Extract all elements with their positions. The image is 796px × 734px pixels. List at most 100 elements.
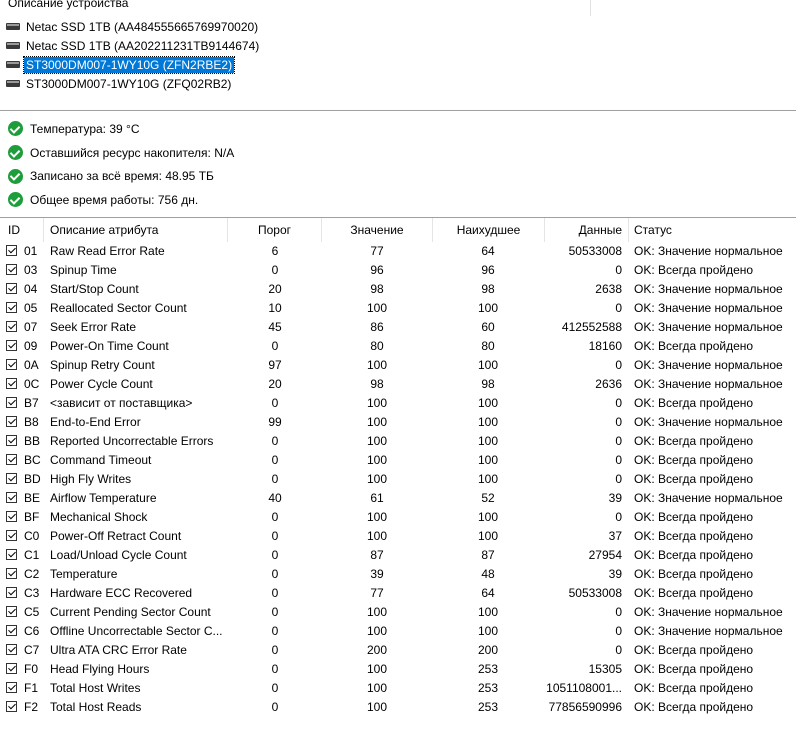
row-checkbox[interactable] xyxy=(6,264,17,275)
row-checkbox[interactable] xyxy=(6,568,17,579)
row-checkbox[interactable] xyxy=(6,454,17,465)
row-checkbox[interactable] xyxy=(6,302,17,313)
status-text: Записано за всё время: 48.95 ТБ xyxy=(30,169,214,184)
attribute-status: OK: Всегда пройдено xyxy=(634,510,754,524)
row-checkbox[interactable] xyxy=(6,663,17,674)
row-checkbox[interactable] xyxy=(6,511,17,522)
table-row[interactable]: C7 Ultra ATA CRC Error Rate 0 200 200 0 OK: Вс… xyxy=(0,641,796,660)
table-row[interactable]: B7 <зависит от поставщика> 0 100 100 0 OK: Все… xyxy=(0,394,796,413)
row-checkbox[interactable] xyxy=(6,397,17,408)
attribute-value: 100 xyxy=(366,510,388,524)
row-checkbox[interactable] xyxy=(6,283,17,294)
attribute-raw-data: 77856590996 xyxy=(548,700,622,714)
column-header-value[interactable]: Значение xyxy=(322,218,433,242)
row-checkbox[interactable] xyxy=(6,701,17,712)
attribute-value: 100 xyxy=(366,396,388,410)
column-header-value-label: Значение xyxy=(350,223,404,237)
table-row[interactable]: 07 Seek Error Rate 45 86 60 412552588 OK: Знач… xyxy=(0,318,796,337)
attribute-worst: 87 xyxy=(481,548,495,562)
table-row[interactable]: 04 Start/Stop Count 20 98 98 2638 OK: Значение… xyxy=(0,280,796,299)
attribute-raw-data: 0 xyxy=(615,358,622,372)
table-row[interactable]: F1 Total Host Writes 0 100 253 1051108001... O… xyxy=(0,679,796,698)
table-row[interactable]: BE Airflow Temperature 40 61 52 39 OK: Значени… xyxy=(0,489,796,508)
column-header-worst[interactable]: Наихудшее xyxy=(433,218,545,242)
column-header-id[interactable]: ID xyxy=(0,218,44,242)
row-checkbox[interactable] xyxy=(6,359,17,370)
attribute-raw-data: 0 xyxy=(615,301,622,315)
column-header-threshold[interactable]: Порог xyxy=(228,218,322,242)
device-list-item[interactable]: ST3000DM007-1WY10G (ZFN2RBE2) xyxy=(6,55,261,74)
table-row[interactable]: 05 Reallocated Sector Count 10 100 100 0 OK: З… xyxy=(0,299,796,318)
attribute-raw-data: 0 xyxy=(615,472,622,486)
table-row[interactable]: B8 End-to-End Error 99 100 100 0 OK: Значение … xyxy=(0,413,796,432)
row-checkbox[interactable] xyxy=(6,321,17,332)
device-list-header[interactable]: Описание устройства xyxy=(0,0,591,16)
attribute-worst: 98 xyxy=(481,282,495,296)
table-row[interactable]: C5 Current Pending Sector Count 0 100 100 0 OK… xyxy=(0,603,796,622)
attribute-value: 100 xyxy=(366,434,388,448)
row-checkbox[interactable] xyxy=(6,416,17,427)
table-row[interactable]: C1 Load/Unload Cycle Count 0 87 87 27954 OK: В… xyxy=(0,546,796,565)
row-checkbox[interactable] xyxy=(6,435,17,446)
attribute-id: BE xyxy=(24,491,41,505)
row-checkbox[interactable] xyxy=(6,549,17,560)
table-row[interactable]: 03 Spinup Time 0 96 96 0 OK: Всегда пройдено xyxy=(0,261,796,280)
table-row[interactable]: C6 Offline Uncorrectable Sector C... 0 100 1… xyxy=(0,622,796,641)
status-row: Записано за всё время: 48.95 ТБ xyxy=(8,164,234,188)
table-row[interactable]: C0 Power-Off Retract Count 0 100 100 37 OK: Вс… xyxy=(0,527,796,546)
table-row[interactable]: BD High Fly Writes 0 100 100 0 OK: Всегда прой… xyxy=(0,470,796,489)
device-list-item[interactable]: ST3000DM007-1WY10G (ZFQ02RB2) xyxy=(6,74,261,93)
row-checkbox[interactable] xyxy=(6,606,17,617)
attribute-id: C6 xyxy=(24,624,40,638)
attribute-worst: 100 xyxy=(477,434,499,448)
attribute-raw-data: 18160 xyxy=(588,339,622,353)
attribute-description: Hardware ECC Recovered xyxy=(50,586,193,600)
table-row[interactable]: 09 Power-On Time Count 0 80 80 18160 OK: Всегд… xyxy=(0,337,796,356)
attribute-value: 87 xyxy=(370,548,384,562)
column-header-status[interactable]: Статус xyxy=(629,218,796,242)
row-checkbox[interactable] xyxy=(6,644,17,655)
attribute-description: Current Pending Sector Count xyxy=(50,605,211,619)
device-list-item[interactable]: Netac SSD 1TB (AA202211231TB9144674) xyxy=(6,36,261,55)
table-row[interactable]: F2 Total Host Reads 0 100 253 77856590996 OK: … xyxy=(0,698,796,717)
row-checkbox[interactable] xyxy=(6,340,17,351)
attribute-id: C3 xyxy=(24,586,40,600)
attribute-raw-data: 50533008 xyxy=(568,244,622,258)
row-checkbox[interactable] xyxy=(6,530,17,541)
row-checkbox[interactable] xyxy=(6,378,17,389)
attribute-id: 09 xyxy=(24,339,38,353)
attribute-description: Spinup Time xyxy=(50,263,117,277)
row-checkbox[interactable] xyxy=(6,473,17,484)
attribute-value: 100 xyxy=(366,662,388,676)
attribute-description: End-to-End Error xyxy=(50,415,141,429)
table-row[interactable]: 01 Raw Read Error Rate 6 77 64 50533008 OK: Зн… xyxy=(0,242,796,261)
table-row[interactable]: 0A Spinup Retry Count 97 100 100 0 OK: Значени… xyxy=(0,356,796,375)
attribute-threshold: 0 xyxy=(271,681,279,695)
device-list-header-label: Описание устройства xyxy=(8,0,129,10)
column-header-desc[interactable]: Описание атрибута xyxy=(44,218,228,242)
row-checkbox[interactable] xyxy=(6,245,17,256)
attribute-threshold: 10 xyxy=(268,301,282,315)
attribute-raw-data: 0 xyxy=(615,453,622,467)
row-checkbox[interactable] xyxy=(6,625,17,636)
attribute-description: Start/Stop Count xyxy=(50,282,139,296)
table-row[interactable]: F0 Head Flying Hours 0 100 253 15305 OK: Всегд… xyxy=(0,660,796,679)
device-list-item[interactable]: Netac SSD 1TB (AA484555665769970020) xyxy=(6,17,261,36)
row-checkbox[interactable] xyxy=(6,682,17,693)
table-row[interactable]: BF Mechanical Shock 0 100 100 0 OK: Всегда про… xyxy=(0,508,796,527)
attribute-status: OK: Всегда пройдено xyxy=(634,548,754,562)
attribute-id: F2 xyxy=(24,700,39,714)
table-row[interactable]: C3 Hardware ECC Recovered 0 77 64 50533008 OK:… xyxy=(0,584,796,603)
column-header-data[interactable]: Данные xyxy=(545,218,629,242)
row-checkbox[interactable] xyxy=(6,492,17,503)
ok-check-icon xyxy=(8,192,23,208)
table-row[interactable]: BB Reported Uncorrectable Errors 0 100 100 0 O… xyxy=(0,432,796,451)
table-row[interactable]: C2 Temperature 0 39 48 39 OK: Всегда пройдено xyxy=(0,565,796,584)
row-checkbox[interactable] xyxy=(6,587,17,598)
table-header: ID Описание атрибута Порог Значение Наих… xyxy=(0,218,796,242)
attribute-worst: 100 xyxy=(477,415,499,429)
table-row[interactable]: BC Command Timeout 0 100 100 0 OK: Всегда прой… xyxy=(0,451,796,470)
device-list: Netac SSD 1TB (AA484555665769970020) Neta… xyxy=(6,17,261,93)
attribute-id: B8 xyxy=(24,415,39,429)
table-row[interactable]: 0C Power Cycle Count 20 98 98 2636 OK: Значени… xyxy=(0,375,796,394)
